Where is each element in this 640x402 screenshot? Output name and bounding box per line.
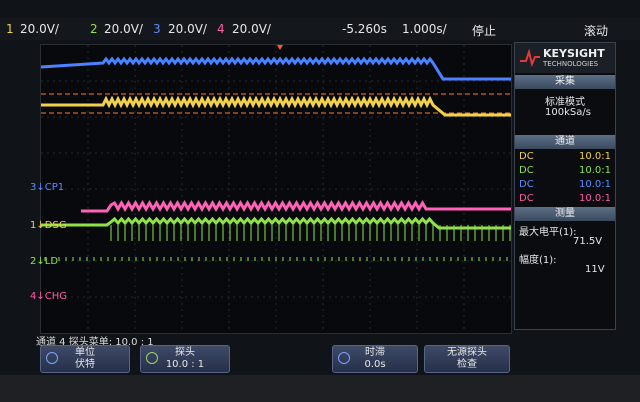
ch3-probe: 10.0:1 xyxy=(579,179,611,190)
info-panel: KEYSIGHT TECHNOLOGIES 采集 标准模式 100kSa/s 通… xyxy=(514,42,616,330)
top-status-bar: 1 20.0V/ 2 20.0V/ 3 20.0V/ 4 20.0V/ -5.2… xyxy=(0,18,640,40)
ch3-scale[interactable]: 20.0V/ xyxy=(168,22,207,36)
ch2-scale[interactable]: 20.0V/ xyxy=(104,22,143,36)
ch4-scale[interactable]: 20.0V/ xyxy=(232,22,271,36)
knob-icon xyxy=(46,352,58,364)
horizontal-delay[interactable]: -5.260s xyxy=(342,22,387,36)
ch1-marker-num: 1 xyxy=(30,220,37,231)
trigger-marker-icon xyxy=(277,45,283,50)
run-state[interactable]: 停止 xyxy=(472,22,496,39)
ch2-baseline-dots xyxy=(44,257,508,261)
ch2-number[interactable]: 2 xyxy=(90,22,98,36)
measure1-label: 最大电平(1): xyxy=(519,227,577,238)
ch1-marker[interactable]: 1↓DSG xyxy=(30,220,67,231)
acquire-mode: 标准模式 xyxy=(545,97,585,108)
channels-header[interactable]: 通道 xyxy=(515,135,615,149)
timebase[interactable]: 1.000s/ xyxy=(402,22,447,36)
ch2-marker-num: 2 xyxy=(30,256,37,267)
ch4-waveform xyxy=(81,200,511,213)
brand-sub: TECHNOLOGIES xyxy=(543,60,599,68)
ch2-marker[interactable]: 2↓LD xyxy=(30,256,58,267)
ch1-number[interactable]: 1 xyxy=(6,22,14,36)
waveform-display xyxy=(40,44,512,334)
ch4-marker-num: 4 xyxy=(30,291,37,302)
ch1-coupling: DC xyxy=(519,151,534,162)
ch4-trace-label: CHG xyxy=(44,291,68,302)
waveform-canvas xyxy=(41,45,511,333)
measure2-value: 11V xyxy=(585,264,605,275)
ch3-coupling: DC xyxy=(519,179,534,190)
ch2-coupling: DC xyxy=(519,165,534,176)
brand-box: KEYSIGHT TECHNOLOGIES xyxy=(515,43,615,73)
ch4-number[interactable]: 4 xyxy=(217,22,225,36)
ch4-probe: 10.0:1 xyxy=(579,193,611,204)
ch3-marker[interactable]: 3↓CP1 xyxy=(30,182,64,193)
ch1-trace-label: DSG xyxy=(44,220,67,231)
measure1-value: 71.5V xyxy=(573,236,603,247)
passive-probe-softkey-value: 检查 xyxy=(457,359,477,370)
keysight-logo-icon xyxy=(520,49,540,67)
probe-softkey[interactable]: 探头 10.0 : 1 xyxy=(140,345,230,373)
ch3-trace-label: CP1 xyxy=(44,182,65,193)
ch2-probe: 10.0:1 xyxy=(579,165,611,176)
acquire-header[interactable]: 采集 xyxy=(515,75,615,89)
passive-probe-softkey[interactable]: 无源探头 检查 xyxy=(424,345,510,373)
units-softkey[interactable]: 单位 伏特 xyxy=(40,345,130,373)
ch2-trace-label: LD xyxy=(44,256,59,267)
rotate-knob-icon xyxy=(146,352,158,364)
trigger-mode[interactable]: 滚动 xyxy=(584,22,608,39)
ch4-coupling: DC xyxy=(519,193,534,204)
ch4-marker[interactable]: 4↓CHG xyxy=(30,291,67,302)
ch1-probe: 10.0:1 xyxy=(579,151,611,162)
ch3-marker-num: 3 xyxy=(30,182,37,193)
skew-softkey[interactable]: 时滞 0.0s xyxy=(332,345,418,373)
sample-rate: 100kSa/s xyxy=(545,107,591,118)
ch1-scale[interactable]: 20.0V/ xyxy=(20,22,59,36)
measure-header[interactable]: 测量 xyxy=(515,207,615,221)
oscilloscope-screen: 1 20.0V/ 2 20.0V/ 3 20.0V/ 4 20.0V/ -5.2… xyxy=(0,0,640,402)
passive-probe-softkey-title: 无源探头 xyxy=(447,347,487,358)
skew-knob-icon xyxy=(338,352,350,364)
measure2-label: 幅度(1): xyxy=(519,255,557,266)
ch3-number[interactable]: 3 xyxy=(153,22,161,36)
instrument-bezel xyxy=(0,375,640,402)
brand-name: KEYSIGHT xyxy=(543,47,605,60)
